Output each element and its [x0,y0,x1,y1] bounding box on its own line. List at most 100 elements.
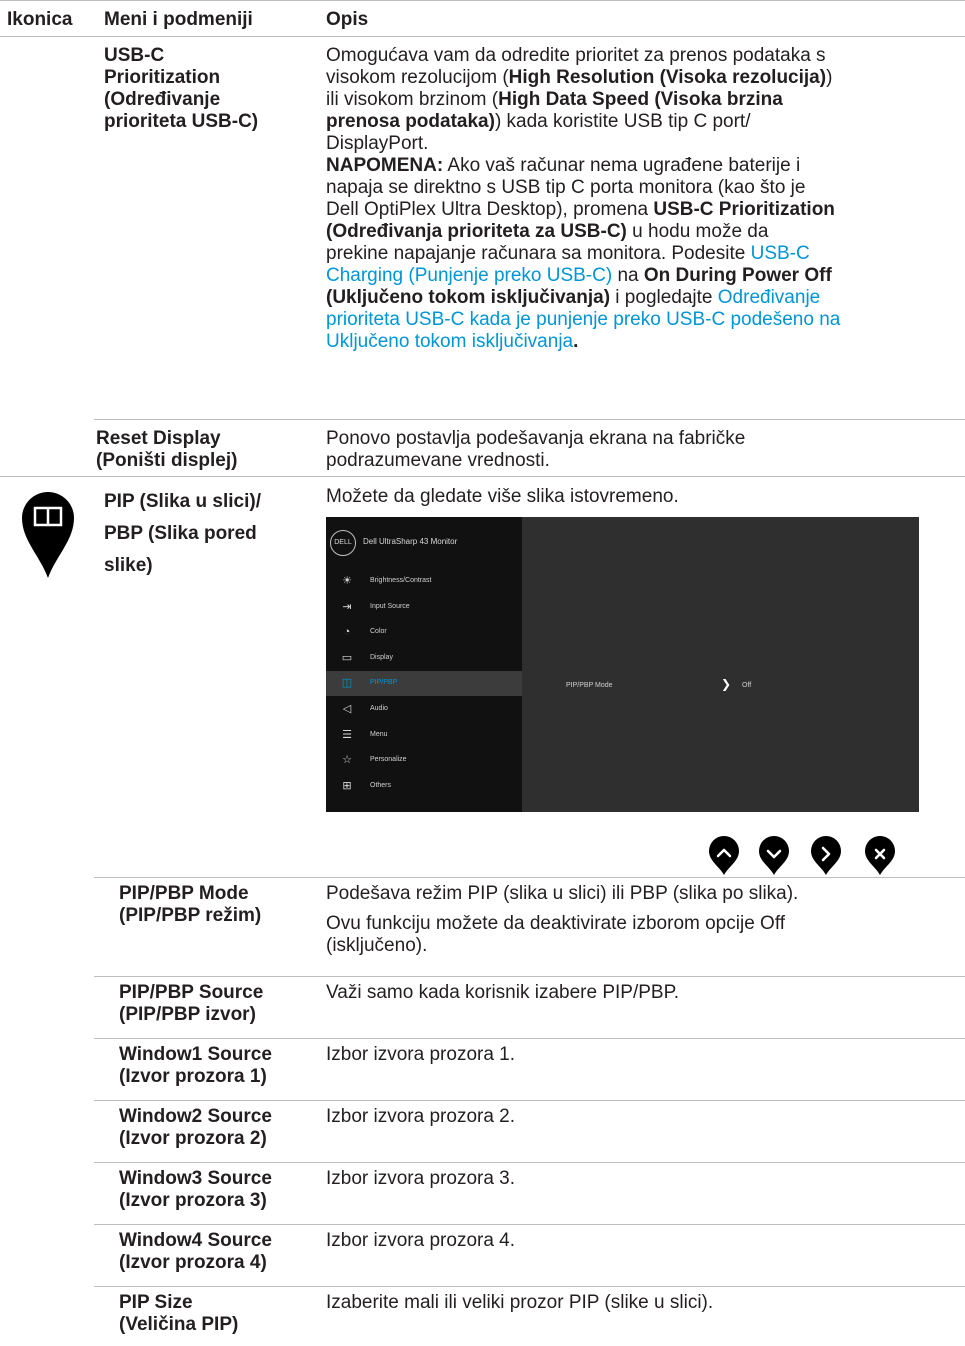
menu-icon: ☰ [342,728,352,741]
sun-icon: ☀ [342,575,352,587]
cross-reference-link[interactable]: Određivanje [718,287,820,308]
dell-logo: DELL [330,530,356,556]
usbc-prioritization-description: Omogućava vam da odredite prioritet za p… [326,45,965,353]
cross-reference-link[interactable]: prioriteta USB-C kada je punjenje preko … [326,309,840,330]
name-line: Window1 Source [119,1044,272,1065]
desc-line: ili visokom brzinom (High Data Speed (Vi… [326,89,965,111]
close-icon [861,833,899,882]
row-rule [94,976,965,977]
desc-text: prekine napajanje računara sa monitora. … [326,243,751,264]
submenu-name: Window1 Source (Izvor prozora 1) [119,1044,272,1088]
desc-line: (Određivanja prioriteta za USB-C) u hodu… [326,221,965,243]
submenu-description: Važi samo kada korisnik izabere PIP/PBP. [326,982,679,1004]
down-icon [755,833,793,882]
submenu-description: Izbor izvora prozora 3. [326,1168,515,1190]
pip-pbp-icon [22,492,74,578]
desc-text: u hodu može da [626,221,769,242]
name-line: prioriteta USB-C) [104,111,259,132]
header-icon: Ikonica [7,9,73,30]
name-line: USB-C [104,45,165,66]
header-menu: Meni i podmeniji [104,9,253,30]
desc-text: (Uključeno tokom isključivanja) [326,287,611,308]
desc-line: prenosa podataka)) kada koristite USB ti… [326,111,965,133]
up-icon [705,833,743,882]
palette-icon: ◔ [343,626,351,639]
reset-display-name: Reset Display (Poništi displej) [96,428,237,472]
desc-text: ) kada koristite USB tip C port/ [494,111,751,132]
cross-reference-link[interactable]: USB-C [751,243,810,264]
row-rule [0,476,965,477]
osd-menu-item: ◔ Color [326,620,522,645]
osd-menu-label: Display [370,653,393,661]
desc-text: napaja se direktno s USB tip C porta mon… [326,177,806,198]
pip-pbp-description: Možete da gledate više slika istovremeno… [326,486,679,507]
name-line: PIP/PBP Source [119,982,264,1003]
desc-line: Podešava režim PIP (slika u slici) ili P… [326,883,799,904]
reset-display-description: Ponovo postavlja podešavanja ekrana na f… [326,428,745,472]
name-line: Prioritization [104,67,221,88]
submenu-description: Izbor izvora prozora 2. [326,1106,515,1128]
name-line: (Određivanje [104,89,221,110]
name-line: (Izvor prozora 2) [119,1128,267,1149]
desc-line: Izbor izvora prozora 1. [326,1044,516,1065]
desc-line: napaja se direktno s USB tip C porta mon… [326,177,965,199]
name-line: slike) [104,555,153,576]
desc-text: ili visokom brzinom ( [326,89,499,110]
desc-line: Izbor izvora prozora 3. [326,1168,516,1189]
submenu-name: Window3 Source (Izvor prozora 3) [119,1168,272,1212]
row-rule [94,1162,965,1163]
osd-sub-value: Off [742,682,752,689]
desc-line: (Uključeno tokom isključivanja) i pogled… [326,287,965,309]
osd-menu-label: Audio [370,705,388,712]
name-line: (Izvor prozora 1) [119,1066,267,1087]
desc-line: Važi samo kada korisnik izabere PIP/PBP. [326,982,680,1003]
submenu-description: Izbor izvora prozora 1. [326,1044,515,1066]
desc-text: ) [826,67,833,88]
submenu-description: Izbor izvora prozora 4. [326,1230,515,1252]
name-line: PBP (Slika pored [104,523,257,544]
submenu-name: PIP/PBP Mode (PIP/PBP režim) [119,883,261,927]
osd-menu-label: Color [370,628,387,636]
name-line: (Izvor prozora 3) [119,1190,267,1211]
desc-line: Omogućava vam da odredite prioritet za p… [326,45,965,67]
name-line: (PIP/PBP izvor) [119,1004,256,1025]
others-icon: ⊞ [342,779,352,792]
name-line: (Izvor prozora 4) [119,1252,267,1273]
osd-menu-label: Others [370,781,392,789]
desc-line: Uključeno tokom isključivanja. [326,331,965,353]
desc-line: NAPOMENA: Ako vaš računar nema ugrađene … [326,155,965,177]
desc-line: Izbor izvora prozora 2. [326,1106,516,1127]
chevron-right-icon: ❯ [721,677,732,691]
star-icon: ☆ [342,754,352,767]
desc-text: Dell OptiPlex Ultra Desktop), promena [326,199,654,220]
row-rule [94,877,965,878]
name-line: Reset Display [96,428,221,449]
desc-line: Ovu funkciju možete da deaktivirate izbo… [326,913,786,934]
speaker-icon: ◁ [342,703,352,715]
desc-line: visokom rezolucijom (High Resolution (Vi… [326,67,965,89]
header-rule [0,36,965,37]
desc-text: na [612,265,644,286]
cross-reference-link[interactable]: Uključeno tokom isključivanja [326,331,573,352]
osd-title: Dell UltraSharp 43 Monitor [363,537,458,546]
pip-icon: ◫ [341,677,353,690]
osd-screenshot: DELL Dell UltraSharp 43 Monitor ☀ Brightn… [326,517,919,812]
cross-reference-link[interactable]: Charging (Punjenje preko USB-C) [326,265,612,286]
header-desc: Opis [326,9,369,30]
submenu-name: Window4 Source (Izvor prozora 4) [119,1230,272,1274]
name-line: Window3 Source [119,1168,272,1189]
row-rule [94,419,965,420]
input-icon: ⇥ [342,600,352,613]
desc-text: NAPOMENA: [326,155,444,176]
submenu-name: PIP/PBP Source (PIP/PBP izvor) [119,982,263,1026]
osd-menu-label: Personalize [370,756,407,764]
row-rule [94,1286,965,1287]
name-line: PIP (Slika u slici)/ [104,491,261,512]
osd-menu-item: ◁ Audio [326,697,522,722]
desc-line: (isključeno). [326,935,428,956]
osd-menu-item: ⇥ Input Source [326,595,522,620]
desc-line: Ponovo postavlja podešavanja ekrana na f… [326,428,746,449]
desc-text: Omogućava vam da odredite prioritet za p… [326,45,826,66]
desc-text: . [573,331,579,352]
osd-menu-item: ☆ Personalize [326,748,522,773]
